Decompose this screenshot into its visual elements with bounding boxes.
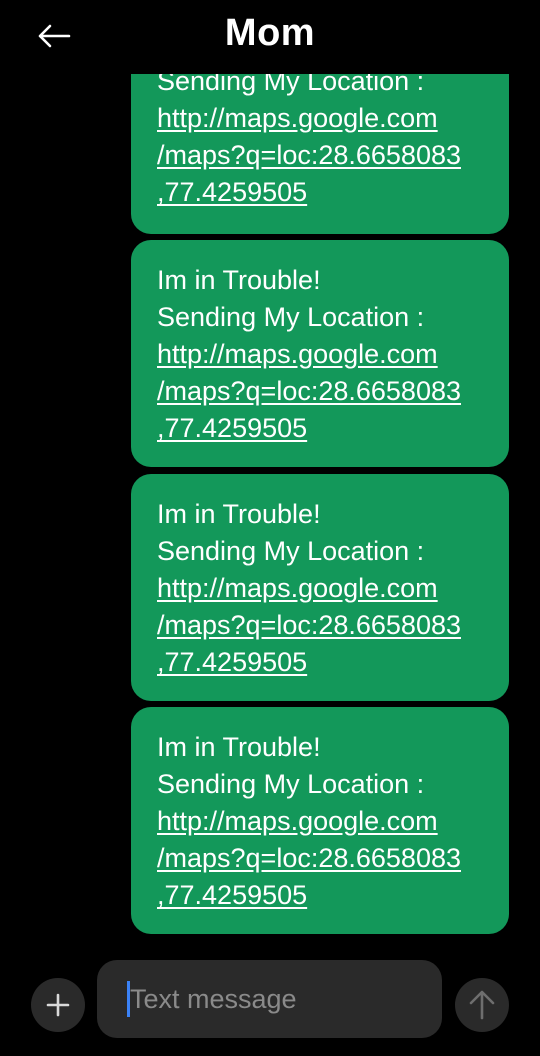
message-text-line: Sending My Location :	[157, 302, 425, 332]
message-text-line: Im in Trouble!	[157, 265, 321, 295]
message-input-box[interactable]	[97, 960, 442, 1038]
location-link[interactable]: /maps?q=loc:28.6658083	[157, 607, 489, 644]
arrow-up-icon	[469, 990, 495, 1020]
message-text-line: Sending My Location :	[157, 769, 425, 799]
conversation-header: Mom	[0, 0, 540, 74]
message-bubble[interactable]: Im in Trouble! Sending My Location : htt…	[131, 707, 509, 934]
location-link[interactable]: ,77.4259505	[157, 410, 489, 447]
location-link[interactable]: http://maps.google.com	[157, 336, 489, 373]
location-link[interactable]: ,77.4259505	[157, 644, 489, 681]
contact-name: Mom	[224, 12, 316, 54]
send-button[interactable]	[455, 978, 509, 1032]
message-text-line: Im in Trouble!	[157, 499, 321, 529]
plus-icon	[46, 993, 70, 1017]
message-text-line: Im in Trouble!	[157, 732, 321, 762]
attach-button[interactable]	[31, 978, 85, 1032]
message-input[interactable]	[130, 983, 410, 1015]
location-link[interactable]: ,77.4259505	[157, 174, 461, 211]
conversation-thread[interactable]: Sending My Location : http://maps.google…	[0, 0, 540, 950]
location-link[interactable]: /maps?q=loc:28.6658083	[157, 137, 461, 174]
message-bubble[interactable]: Im in Trouble! Sending My Location : htt…	[131, 240, 509, 467]
location-link[interactable]: /maps?q=loc:28.6658083	[157, 840, 489, 877]
location-link[interactable]: http://maps.google.com	[157, 100, 461, 137]
location-link[interactable]: http://maps.google.com	[157, 803, 489, 840]
location-link[interactable]: ,77.4259505	[157, 877, 489, 914]
message-bubble[interactable]: Im in Trouble! Sending My Location : htt…	[131, 474, 509, 701]
location-link[interactable]: http://maps.google.com	[157, 570, 489, 607]
location-link[interactable]: /maps?q=loc:28.6658083	[157, 373, 489, 410]
message-text-line: Sending My Location :	[157, 536, 425, 566]
